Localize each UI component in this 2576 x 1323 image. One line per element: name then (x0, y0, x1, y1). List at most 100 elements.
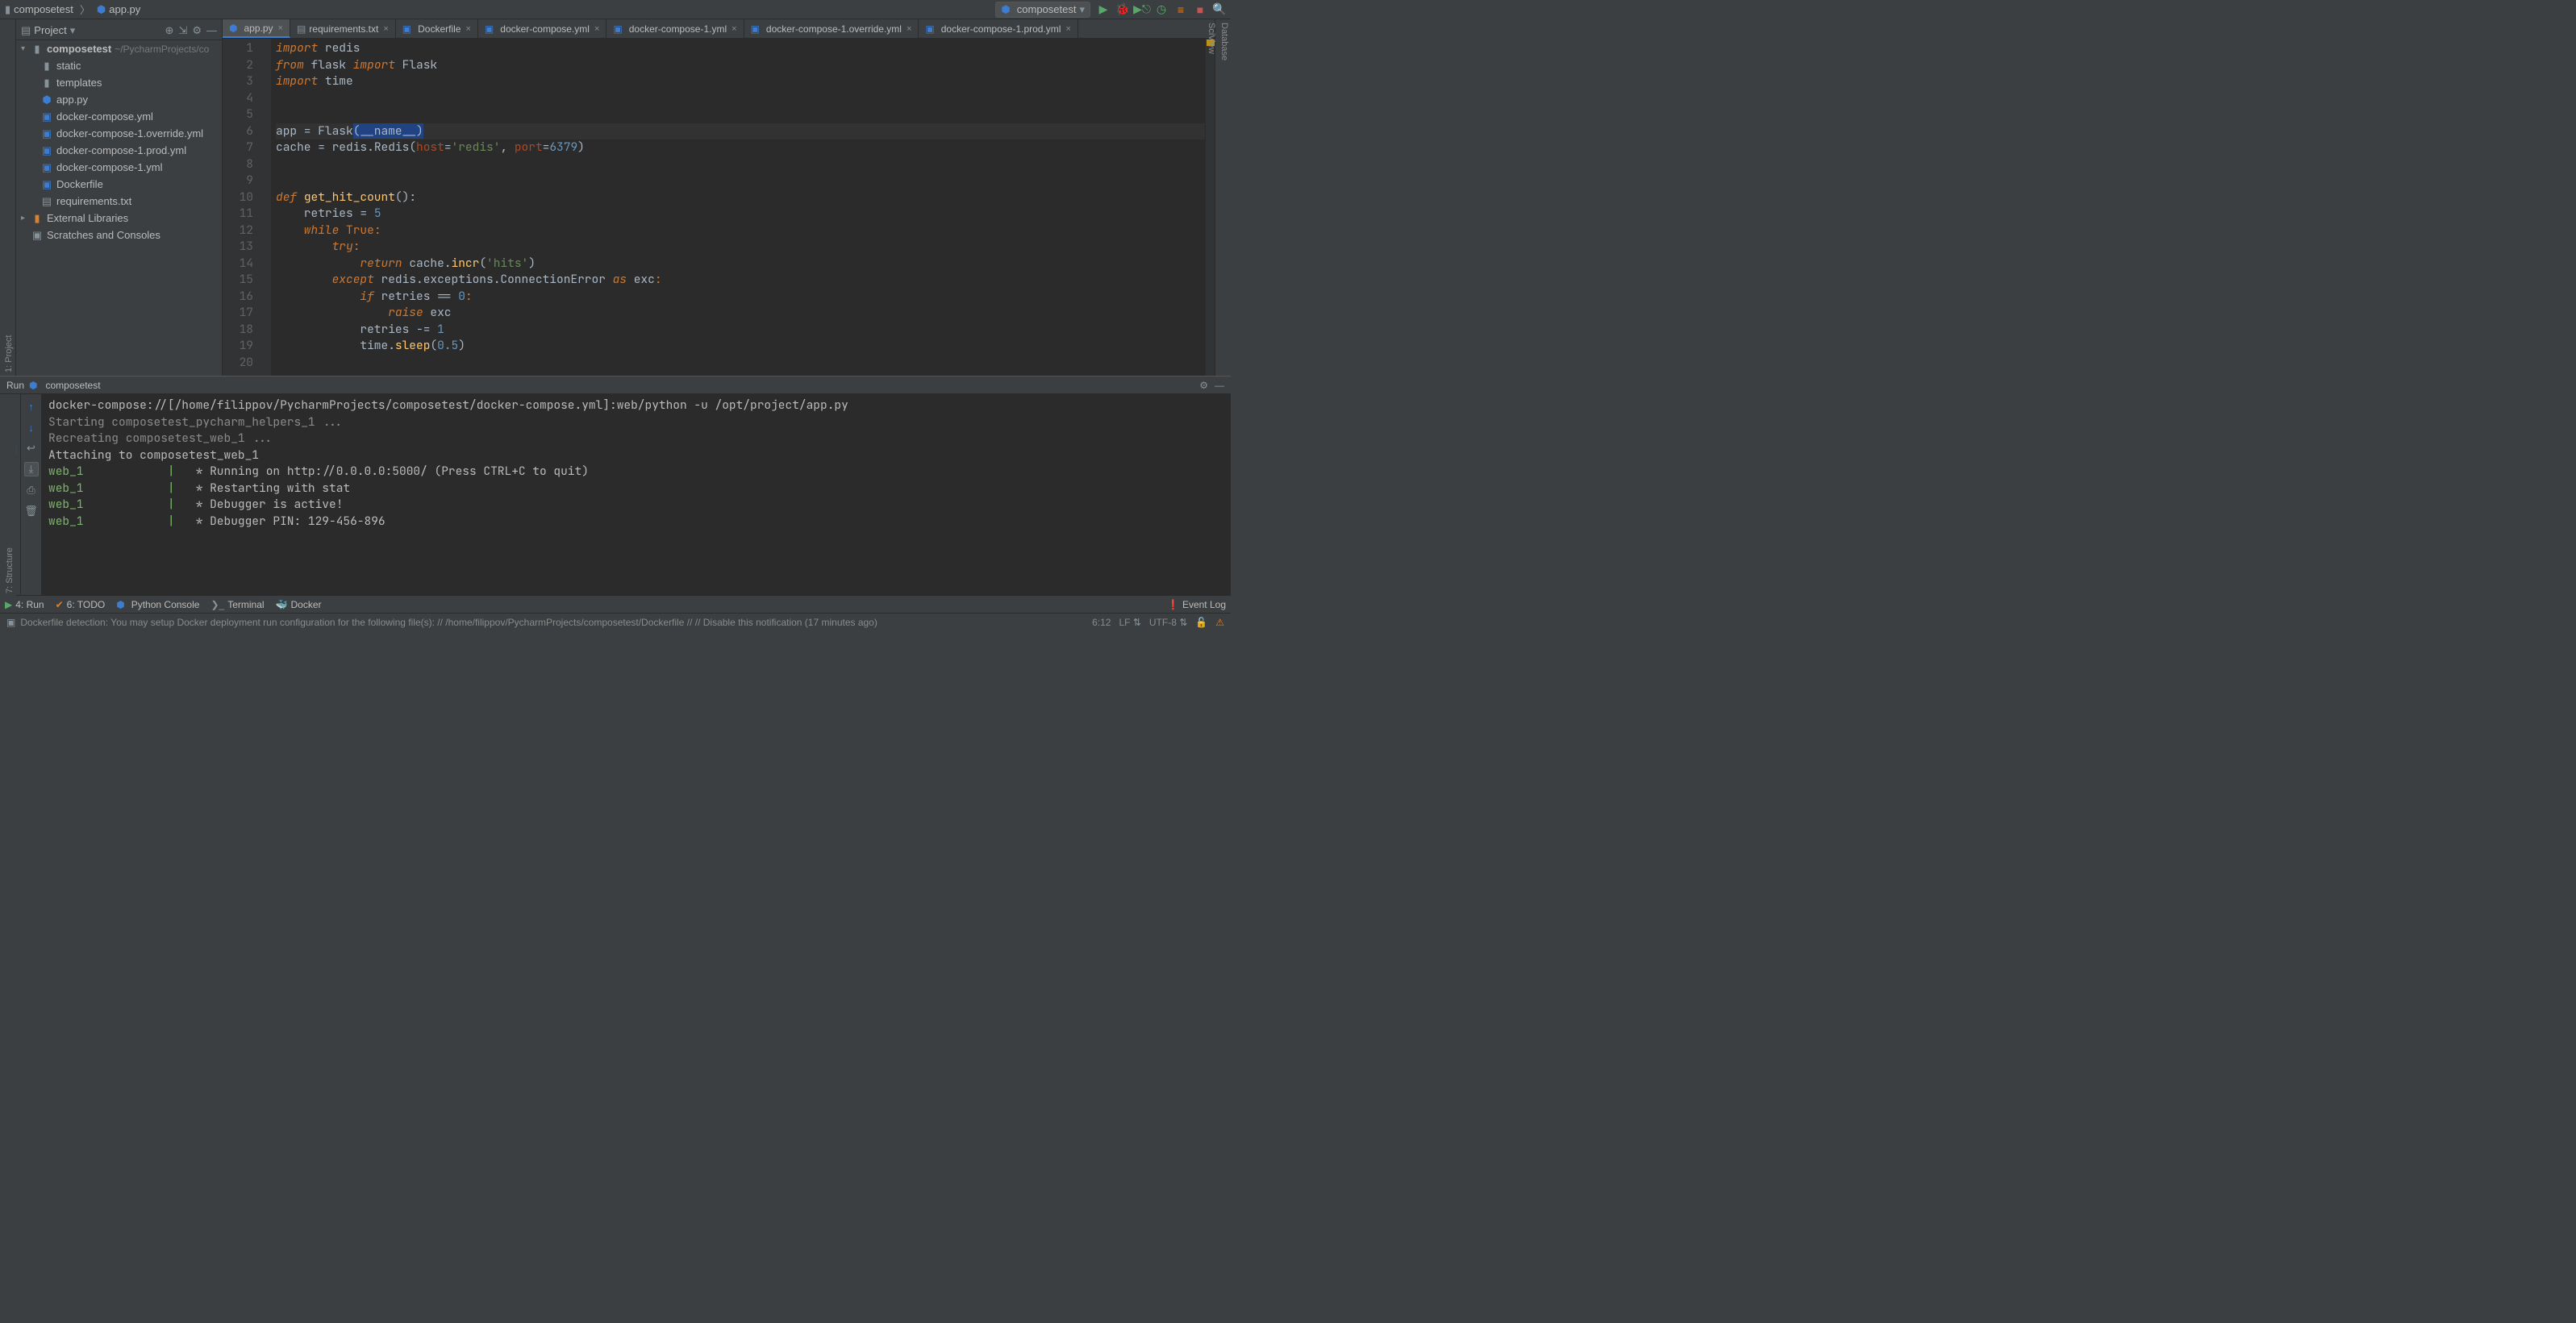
todo-toolwindow-button[interactable]: ✔6: TODO (56, 599, 106, 610)
status-bar: ▣ Dockerfile detection: You may setup Do… (0, 613, 1231, 630)
run-config-selector[interactable]: ⬢ composetest ▾ (995, 2, 1090, 18)
profile-button[interactable]: ◷ (1155, 3, 1168, 16)
line-separator[interactable]: LF ⇅ (1119, 617, 1140, 628)
close-icon[interactable]: × (907, 24, 911, 34)
libraries-icon: ▮ (31, 212, 44, 225)
tree-external-libs[interactable]: ▸▮External Libraries (16, 210, 222, 227)
tab-dc1ov[interactable]: ▣docker-compose-1.override.yml× (744, 19, 919, 38)
debug-button[interactable]: 🐞 (1116, 3, 1129, 16)
tree-file-dc[interactable]: ▣docker-compose.yml (16, 108, 222, 125)
yaml-file-icon: ▣ (40, 127, 53, 140)
project-tool-button[interactable]: 1: Project (2, 19, 15, 376)
module-icon: ▮ (31, 43, 44, 56)
folder-icon: ▮ (40, 60, 53, 73)
file-encoding[interactable]: UTF-8 ⇅ (1149, 617, 1187, 628)
settings-icon[interactable]: ⚙ (192, 24, 202, 37)
search-everywhere-button[interactable]: 🔍 (1213, 3, 1226, 16)
print-button[interactable]: ⎙ (24, 483, 39, 497)
expand-arrow-icon[interactable]: ▾ (21, 44, 31, 53)
event-log-button[interactable]: ❗Event Log (1167, 599, 1226, 610)
python-console-button[interactable]: ⬢Python Console (116, 599, 199, 610)
bottom-tool-bar: ▶4: Run ✔6: TODO ⬢Python Console ❯_Termi… (0, 595, 1231, 613)
docker-file-icon: ▣ (402, 23, 411, 35)
console-line: Attaching to composetest_web_1 (48, 447, 259, 463)
clear-button[interactable]: 🗑 (24, 504, 39, 518)
tree-folder-static[interactable]: ▮static (16, 57, 222, 74)
tab-app-py[interactable]: ⬢app.py× (223, 19, 290, 38)
tree-file-dockerfile[interactable]: ▣Dockerfile (16, 176, 222, 193)
project-view-icon: ▤ (21, 24, 31, 37)
status-message[interactable]: Dockerfile detection: You may setup Dock… (20, 617, 1092, 628)
console-line: docker-compose://[/home/filippov/Pycharm… (48, 397, 848, 413)
caret-position[interactable]: 6:12 (1092, 617, 1111, 628)
tree-root[interactable]: ▾ ▮ composetest ~/PycharmProjects/co (16, 40, 222, 57)
stop-button[interactable]: ■ (1194, 3, 1207, 16)
database-tool-button[interactable]: Database (1218, 19, 1231, 376)
text-file-icon: ▤ (297, 23, 306, 35)
tree-file-app[interactable]: ⬢app.py (16, 91, 222, 108)
run-icon: ▶ (5, 599, 12, 610)
up-stack-button[interactable]: ↑ (24, 399, 39, 414)
tree-file-dc1prod[interactable]: ▣docker-compose-1.prod.yml (16, 142, 222, 159)
editor-tabs: ⬢app.py× ▤requirements.txt× ▣Dockerfile×… (223, 19, 1215, 39)
code-area[interactable]: import redis from flask import Flask imp… (271, 39, 1205, 376)
tab-dc[interactable]: ▣docker-compose.yml× (478, 19, 606, 38)
close-icon[interactable]: × (465, 24, 470, 34)
tab-dc1prod[interactable]: ▣docker-compose-1.prod.yml× (919, 19, 1078, 38)
close-icon[interactable]: × (594, 24, 599, 34)
scroll-from-source-icon[interactable]: ⊕ (165, 24, 174, 37)
left-lower-rail: 7: Structure 2: Favorites (0, 395, 16, 597)
settings-icon[interactable]: ⚙ (1199, 380, 1208, 391)
run-console[interactable]: docker-compose://[/home/filippov/Pycharm… (42, 394, 1231, 595)
expand-arrow-icon[interactable]: ▸ (21, 214, 31, 223)
close-icon[interactable]: × (1065, 24, 1070, 34)
tab-dockerfile[interactable]: ▣Dockerfile× (396, 19, 478, 38)
close-icon[interactable]: × (383, 24, 388, 34)
python-icon: ⬢ (1001, 3, 1010, 16)
sciview-tool-button[interactable]: SciView (1205, 19, 1218, 376)
fold-gutter[interactable] (260, 39, 271, 376)
console-url-link[interactable]: http://0.0.0.0:5000/ (287, 464, 427, 479)
tab-requirements[interactable]: ▤requirements.txt× (290, 19, 396, 38)
yaml-file-icon: ▣ (613, 23, 622, 35)
project-view-title[interactable]: Project (34, 24, 66, 36)
close-icon[interactable]: × (278, 23, 283, 33)
balloon-icon: ❗ (1167, 599, 1179, 610)
close-icon[interactable]: × (732, 24, 736, 34)
favorites-tool-button[interactable]: 2: Favorites (0, 395, 3, 597)
terminal-button[interactable]: ❯_Terminal (210, 599, 264, 610)
tab-dc1[interactable]: ▣docker-compose-1.yml× (606, 19, 744, 38)
breadcrumb-project[interactable]: ▮composetest (5, 3, 73, 16)
docker-button[interactable]: 🐳Docker (276, 599, 322, 610)
tree-file-req[interactable]: ▤requirements.txt (16, 193, 222, 210)
console-line: Starting composetest_pycharm_helpers_1 .… (48, 414, 343, 430)
yaml-file-icon: ▣ (925, 23, 934, 35)
run-panel-title: Run (6, 380, 24, 391)
lock-icon[interactable]: 🔓 (1195, 617, 1207, 628)
tree-folder-templates[interactable]: ▮templates (16, 74, 222, 91)
tree-file-dc1[interactable]: ▣docker-compose-1.yml (16, 159, 222, 176)
collapse-all-icon[interactable]: ⇲ (178, 24, 187, 37)
attach-button[interactable]: ≡ (1174, 3, 1187, 16)
tree-file-dc1ov[interactable]: ▣docker-compose-1.override.yml (16, 125, 222, 142)
hector-icon[interactable]: ⚠ (1215, 617, 1224, 628)
run-coverage-button[interactable]: ▶⎋ (1136, 3, 1148, 16)
run-toolbar-secondary: ↑ ↓ ↩ ⤓ ⎙ 🗑 (21, 394, 42, 595)
yaml-file-icon: ▣ (40, 110, 53, 123)
tool-windows-icon[interactable]: ▣ (6, 617, 15, 628)
scroll-to-end-button[interactable]: ⤓ (24, 462, 39, 476)
tree-scratches[interactable]: ▣Scratches and Consoles (16, 227, 222, 243)
line-gutter[interactable]: 1234567891011121314151617181920 (223, 39, 260, 376)
down-stack-button[interactable]: ↓ (24, 420, 39, 435)
editor[interactable]: 1234567891011121314151617181920 import r… (223, 39, 1215, 376)
python-file-icon: ⬢ (40, 94, 53, 106)
chevron-down-icon[interactable]: ▾ (70, 24, 76, 37)
run-button[interactable]: ▶ (1097, 3, 1110, 16)
hide-icon[interactable]: — (206, 24, 217, 37)
soft-wrap-button[interactable]: ↩ (24, 441, 39, 456)
run-toolwindow-button[interactable]: ▶4: Run (5, 599, 44, 610)
hide-icon[interactable]: — (1215, 380, 1224, 391)
structure-tool-button[interactable]: 7: Structure (3, 395, 16, 597)
breadcrumb-file[interactable]: ⬢app.py (97, 3, 140, 16)
yaml-file-icon: ▣ (751, 23, 760, 35)
